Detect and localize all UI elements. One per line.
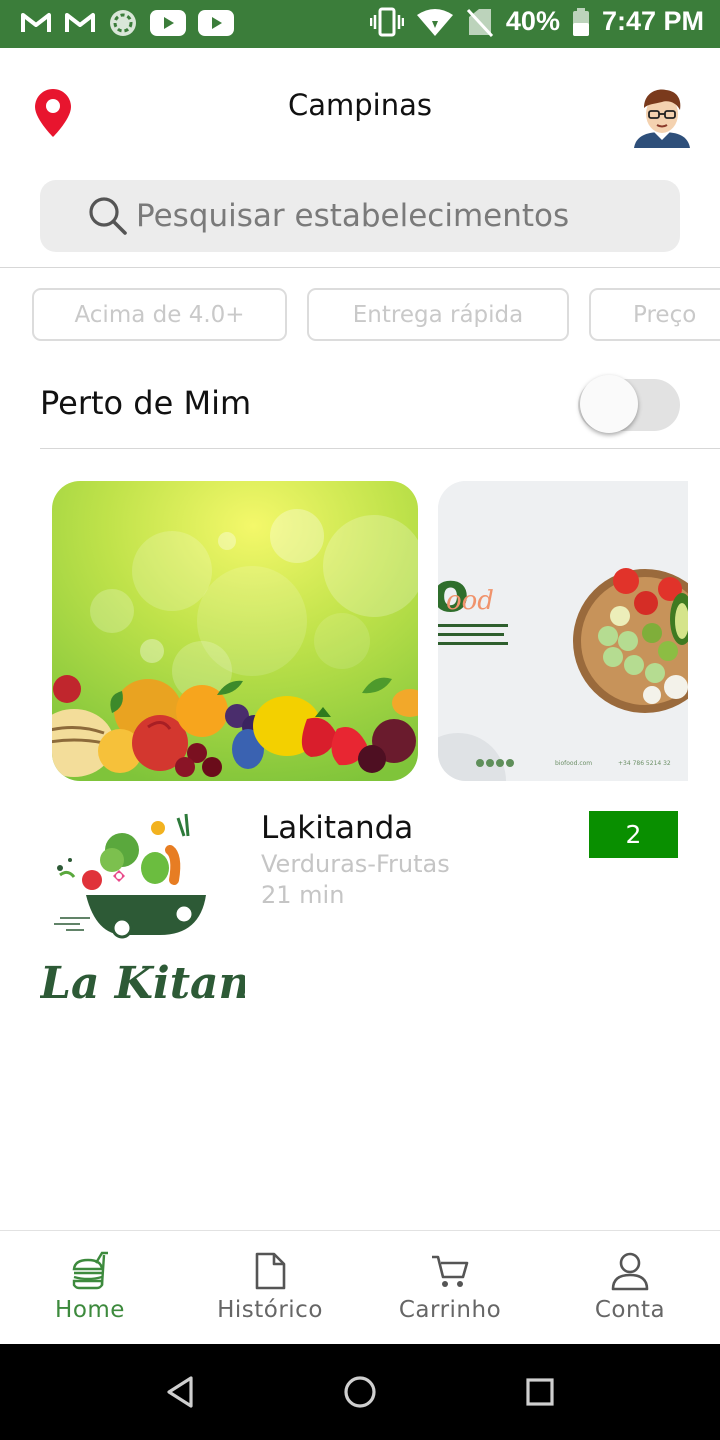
biofood-banner-image: o ood biofood.com +34 786 5214 32 xyxy=(438,481,688,781)
biofood-site: biofood.com xyxy=(555,760,592,767)
search-input[interactable] xyxy=(136,192,666,240)
cart-icon xyxy=(432,1255,469,1287)
back-icon[interactable] xyxy=(164,1375,196,1409)
store-logo[interactable]: La Kitanda xyxy=(40,800,245,1015)
biofood-phone: +34 786 5214 32 xyxy=(618,760,671,767)
sync-icon xyxy=(110,10,136,36)
store-name[interactable]: Lakitanda xyxy=(261,810,413,846)
nav-home[interactable]: Home xyxy=(0,1231,180,1345)
youtube-icon xyxy=(150,10,186,36)
bottom-nav: Home Histórico Carrinho Conta xyxy=(0,1230,720,1344)
nav-home-label: Home xyxy=(55,1297,125,1323)
home-icon[interactable] xyxy=(343,1375,377,1409)
search-bar[interactable] xyxy=(40,180,680,252)
person-icon xyxy=(611,1252,649,1291)
filter-price-label: Preço xyxy=(633,301,697,328)
near-me-label: Perto de Mim xyxy=(40,384,252,422)
city-title[interactable]: Campinas xyxy=(0,88,720,122)
store-badge: 2 xyxy=(589,811,678,858)
section-divider xyxy=(40,448,720,449)
filter-rating-label: Acima de 4.0+ xyxy=(74,301,245,328)
clock: 7:47 PM xyxy=(601,6,704,36)
nav-cart[interactable]: Carrinho xyxy=(360,1231,540,1345)
search-icon xyxy=(89,197,127,235)
header-divider xyxy=(0,267,720,268)
filter-rating-chip[interactable]: Acima de 4.0+ xyxy=(32,288,287,341)
youtube-icon xyxy=(198,10,234,36)
system-navigation-bar xyxy=(0,1344,720,1440)
filter-price-chip[interactable]: Preço xyxy=(589,288,720,341)
system-indicators: 40% 7:47 PM xyxy=(369,6,704,37)
user-avatar[interactable] xyxy=(632,86,692,148)
fruits-banner-image xyxy=(52,481,418,781)
battery-percentage: 40% xyxy=(505,6,560,36)
toggle-knob xyxy=(580,375,638,433)
store-logo-text: La Kitanda xyxy=(40,958,245,1009)
fruits-banner[interactable] xyxy=(52,481,418,781)
nav-history[interactable]: Histórico xyxy=(180,1231,360,1345)
document-icon xyxy=(255,1252,286,1290)
nav-cart-label: Carrinho xyxy=(398,1297,502,1323)
near-me-toggle[interactable] xyxy=(578,373,680,437)
biofood-title-partial: ood xyxy=(446,586,494,616)
store-delivery-time: 21 min xyxy=(261,881,345,909)
recents-icon[interactable] xyxy=(525,1377,555,1407)
battery-icon xyxy=(572,7,589,36)
nav-history-label: Histórico xyxy=(217,1297,323,1323)
notification-icons xyxy=(20,8,234,38)
store-category: Verduras-Frutas xyxy=(261,850,450,878)
burger-icon xyxy=(72,1251,108,1290)
vibrate-icon xyxy=(369,7,404,36)
nav-account-label: Conta xyxy=(594,1297,666,1323)
no-signal-icon xyxy=(466,8,494,37)
gmail-icon xyxy=(21,13,51,32)
nav-account[interactable]: Conta xyxy=(540,1231,720,1345)
gmail-icon xyxy=(65,13,95,32)
wifi-icon xyxy=(416,8,453,36)
banner-carousel[interactable]: o ood biofood.com +34 786 5214 32 xyxy=(52,481,688,781)
biofood-banner[interactable]: o ood biofood.com +34 786 5214 32 xyxy=(438,481,688,781)
filter-fast-delivery-label: Entrega rápida xyxy=(352,301,524,328)
status-bar: 40% 7:47 PM xyxy=(0,0,720,48)
filter-fast-delivery-chip[interactable]: Entrega rápida xyxy=(307,288,569,341)
